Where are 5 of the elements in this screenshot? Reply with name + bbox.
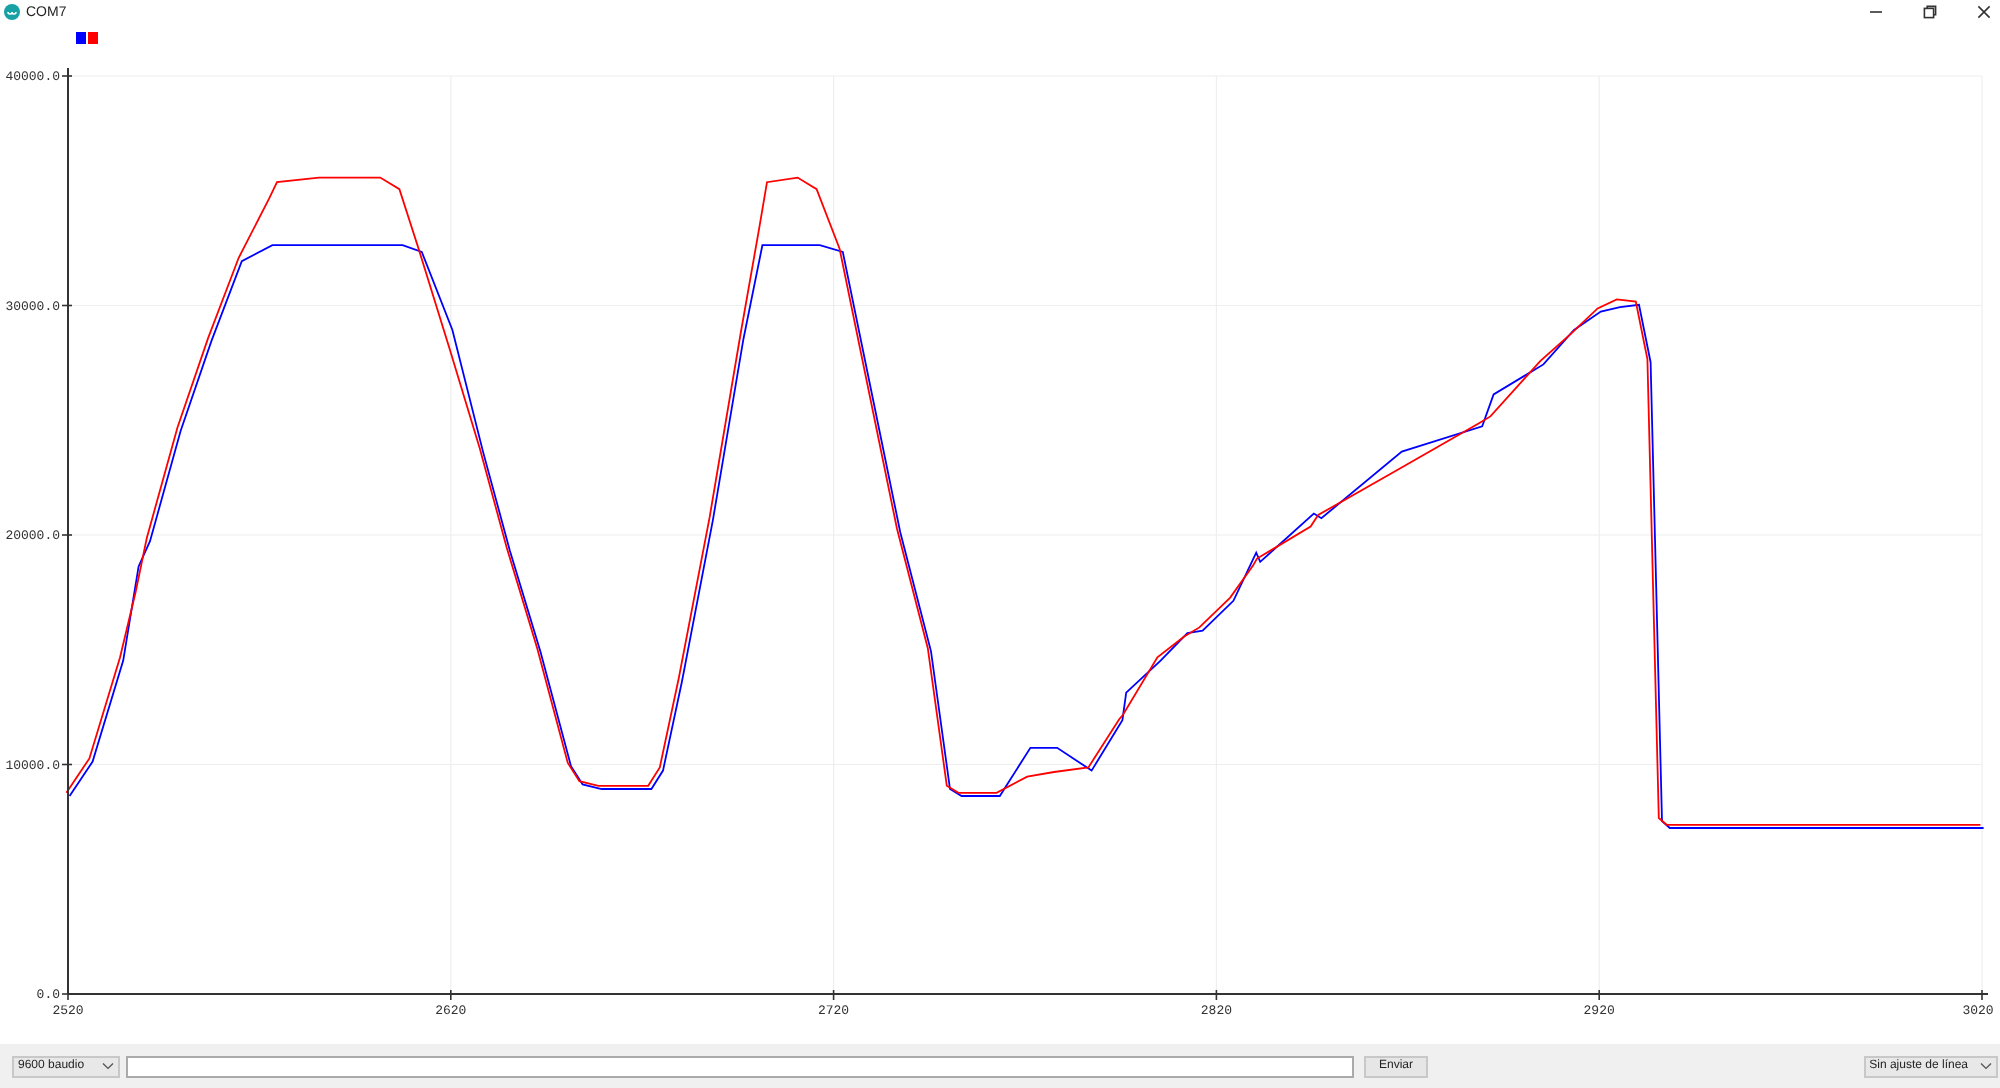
message-input[interactable] xyxy=(126,1055,1354,1077)
close-icon[interactable] xyxy=(1976,4,1992,20)
restore-icon[interactable] xyxy=(1922,4,1938,20)
caret-icon xyxy=(1980,1062,1992,1070)
caret-icon xyxy=(102,1062,114,1070)
